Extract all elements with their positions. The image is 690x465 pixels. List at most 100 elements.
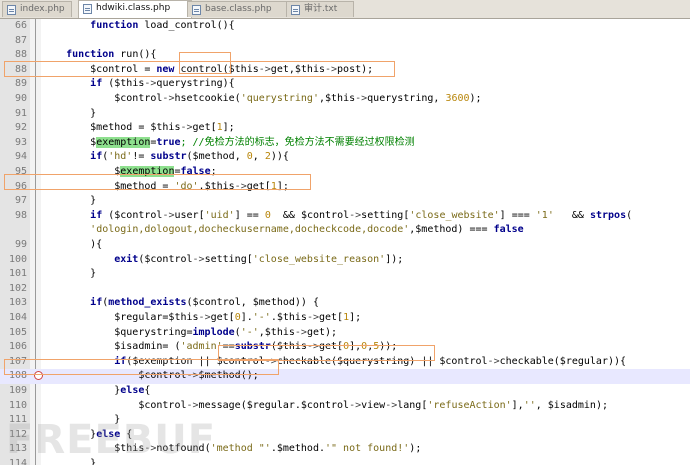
code-text: $control = new control($this->get,$this-…: [42, 63, 374, 75]
tab-hdwiki-class-php[interactable]: hdwiki.class.php: [78, 0, 192, 18]
code-line[interactable]: 102: [0, 282, 690, 297]
code-text: $control->$method();: [42, 370, 259, 382]
tab-base-class-php[interactable]: base.class.php: [187, 1, 287, 17]
tab-audit-txt[interactable]: 审计.txt: [286, 1, 354, 17]
code-line[interactable]: 113 $this->notfound('method "'.$method.'…: [0, 442, 690, 457]
code-text: }: [42, 107, 97, 119]
line-number: 97: [14, 195, 27, 207]
line-number: 92: [14, 122, 27, 134]
line-number: 111: [8, 414, 27, 426]
line-number: 101: [8, 268, 27, 280]
line-number: 91: [14, 107, 27, 119]
line-number: 88: [14, 63, 27, 75]
line-number: 89: [14, 78, 27, 90]
code-line[interactable]: 92 $method = $this->get[1];: [0, 121, 690, 136]
code-line[interactable]: 87: [0, 34, 690, 49]
code-text: $exemption=false;: [42, 166, 217, 177]
code-line[interactable]: 112 }else {: [0, 428, 690, 443]
code-line[interactable]: 97 }: [0, 194, 690, 209]
tab-index-php[interactable]: index.php: [2, 1, 72, 17]
line-number: 110: [8, 399, 27, 411]
code-line[interactable]: 91 }: [0, 107, 690, 122]
code-line[interactable]: 90 $control->hsetcookie('querystring',$t…: [0, 92, 690, 107]
line-number: 96: [14, 180, 27, 192]
code-line[interactable]: 105 $querystring=implode('-',$this->get)…: [0, 326, 690, 341]
code-text: $control->hsetcookie('querystring',$this…: [42, 93, 482, 104]
code-text: $regular=$this->get[0].'-'.$this->get[1]…: [42, 312, 362, 323]
code-line[interactable]: 104 $regular=$this->get[0].'-'.$this->ge…: [0, 311, 690, 326]
line-number: 105: [8, 326, 27, 338]
code-text: if($exemption || $control->checkable($qu…: [114, 355, 627, 367]
code-text: exit($control->setting['close_website_re…: [114, 253, 404, 265]
code-editor-window: index.php hdwiki.class.php base.class.ph…: [0, 0, 690, 465]
code-line[interactable]: 'dologin,dologout,docheckusername,dochec…: [0, 223, 690, 238]
line-number: 104: [8, 312, 27, 323]
php-file-icon: [7, 5, 16, 15]
code-text: }: [42, 414, 121, 426]
code-line[interactable]: 96 $method = 'do'.$this->get[1];: [0, 180, 690, 195]
code-line[interactable]: 100 exit($control->setting['close_websit…: [0, 253, 690, 268]
tab-label: hdwiki.class.php: [96, 3, 171, 13]
code-line[interactable]: 95 $exemption=false;: [0, 165, 690, 180]
code-text: }: [42, 268, 97, 280]
line-number: 108: [8, 370, 27, 382]
code-text: $querystring=implode('-',$this->get);: [42, 326, 338, 338]
php-file-icon: [83, 4, 92, 14]
line-number: 100: [8, 253, 27, 265]
code-text: ){: [42, 239, 103, 250]
code-line[interactable]: 110 $control->message($regular.$control-…: [0, 399, 690, 414]
code-text: }else{: [42, 385, 151, 396]
php-file-icon: [192, 5, 201, 15]
line-number: 102: [8, 282, 27, 294]
line-number: 107: [8, 355, 27, 367]
code-line[interactable]: 93 $exemption=true; //免检方法的标志，免检方法不需要经过权…: [0, 136, 690, 151]
line-number: 113: [8, 443, 27, 455]
code-line[interactable]: 94 if('hd'!= substr($method, 0, 2)){: [0, 150, 690, 165]
line-number: 88: [14, 49, 27, 61]
code-text: $method = 'do'.$this->get[1];: [42, 180, 289, 192]
code-line[interactable]: 101 }: [0, 267, 690, 282]
tab-label: 审计.txt: [304, 4, 338, 14]
code-text: $exemption=true; //免检方法的标志，免检方法不需要经过权限检测: [42, 136, 415, 148]
code-text: function run(){: [66, 49, 157, 61]
line-number: 99: [14, 239, 27, 250]
code-text: 'dologin,dologout,docheckusername,dochec…: [90, 224, 524, 236]
code-line[interactable]: 106 $isadmin= ('admin'==substr($this->ge…: [0, 340, 690, 355]
line-number: 114: [8, 458, 27, 465]
code-text: if ($control->user['uid'] == 0 && $contr…: [90, 209, 633, 221]
code-text: }: [42, 195, 97, 207]
code-line[interactable]: 88 $control = new control($this->get,$th…: [0, 63, 690, 78]
code-text: $this->notfound('method "'.$method.'" no…: [42, 443, 422, 455]
code-line[interactable]: 114 }: [0, 457, 690, 465]
code-text: if('hd'!= substr($method, 0, 2)){: [90, 151, 289, 163]
code-line[interactable]: 99 ){: [0, 238, 690, 253]
line-number: 93: [14, 136, 27, 148]
line-number: 112: [8, 428, 27, 440]
line-number: 90: [14, 93, 27, 104]
code-area[interactable]: 66 function load_control(){87 88 function…: [0, 19, 690, 465]
line-number: 94: [14, 151, 27, 163]
tab-label: base.class.php: [205, 4, 272, 14]
code-line[interactable]: 89 if ($this->querystring){: [0, 77, 690, 92]
code-text: $method = $this->get[1];: [42, 122, 235, 134]
code-text: if(method_exists($control, $method)) {: [90, 297, 319, 309]
line-number: 98: [14, 209, 27, 221]
code-line[interactable]: 103 if(method_exists($control, $method))…: [0, 296, 690, 311]
code-text: }else {: [42, 428, 133, 440]
code-line[interactable]: 107 if($exemption || $control->checkable…: [0, 355, 690, 370]
code-line[interactable]: 88 function run(){: [0, 48, 690, 63]
line-number: 66: [14, 20, 27, 31]
code-text: $isadmin= ('admin'==substr($this->get[0]…: [42, 341, 398, 353]
line-number: 106: [8, 341, 27, 353]
code-line[interactable]: 108 $control->$method();: [0, 369, 690, 384]
text-file-icon: [291, 5, 300, 15]
code-line[interactable]: 111 }: [0, 413, 690, 428]
tab-label: index.php: [20, 4, 65, 14]
code-text: function load_control(){: [90, 20, 235, 31]
code-line[interactable]: 109 }else{: [0, 384, 690, 399]
line-number: 95: [14, 166, 27, 177]
code-line[interactable]: 66 function load_control(){: [0, 19, 690, 34]
line-number: 109: [8, 385, 27, 396]
code-line[interactable]: 98 if ($control->user['uid'] == 0 && $co…: [0, 209, 690, 224]
line-number: 87: [14, 34, 27, 46]
